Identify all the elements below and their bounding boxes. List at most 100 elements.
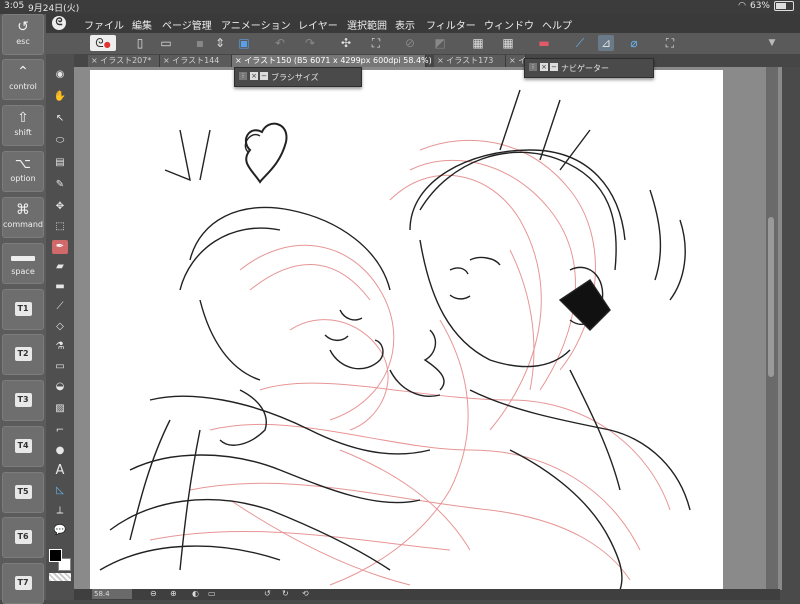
key-control[interactable]: ⌃ control	[2, 59, 44, 100]
ruler-grid-icon[interactable]: ▦	[500, 35, 516, 51]
zoom-field[interactable]: 58.4	[92, 589, 132, 599]
eyedropper-icon[interactable]: ✎	[52, 178, 68, 192]
main-color-swatch[interactable]	[49, 549, 62, 562]
black-line-sketch	[99, 89, 691, 590]
key-t1[interactable]: T1	[2, 289, 44, 330]
minimize-icon[interactable]: −	[260, 72, 268, 80]
battery-icon	[774, 1, 794, 11]
brush-icon[interactable]: ▬	[52, 280, 68, 294]
tab-illust-173[interactable]: × イラスト173	[434, 55, 506, 67]
tab-illust-150[interactable]: × イラスト150 (B5 6071 x 4299px 600dpi 58.4%…	[232, 55, 432, 67]
text-icon[interactable]: A	[52, 464, 68, 478]
menu-edit[interactable]: 編集	[132, 17, 152, 32]
zoom-icon[interactable]: ◉	[52, 68, 68, 82]
rotation-field[interactable]: ▭	[208, 589, 216, 598]
menu-layer[interactable]: レイヤー	[298, 17, 338, 32]
open-folder-icon[interactable]: ▭	[158, 35, 174, 51]
rotate-icon[interactable]: ◐	[192, 589, 199, 598]
gradient-icon[interactable]: ▨	[52, 402, 68, 416]
hand-icon[interactable]: ✋	[52, 90, 68, 104]
menu-page[interactable]: ページ管理	[162, 17, 212, 32]
transform-icon[interactable]: ⛶	[368, 35, 384, 51]
tab-illust-207[interactable]: × イラスト207*	[88, 55, 160, 67]
key-t7[interactable]: T7	[2, 563, 44, 604]
correct-line-icon[interactable]: ⟂	[52, 504, 68, 518]
snap-icon[interactable]: ▬	[536, 35, 552, 51]
export-icon[interactable]: ▣	[236, 35, 252, 51]
tab-illust-144[interactable]: × イラスト144	[160, 55, 232, 67]
palette-title: ナビゲーター	[561, 64, 609, 73]
scroll-thumb[interactable]	[768, 217, 774, 377]
move-layer-icon[interactable]: ✥	[52, 200, 68, 214]
menu-view[interactable]: 表示	[395, 17, 415, 32]
rotate-right-icon[interactable]: ↻	[282, 589, 289, 598]
key-esc[interactable]: ↺ esc	[2, 14, 44, 55]
frame-border-icon[interactable]: ◺	[52, 484, 68, 498]
fill-icon[interactable]: ◩	[432, 35, 448, 51]
key-label: T3	[14, 393, 32, 407]
key-t5[interactable]: T5	[2, 472, 44, 513]
menu-help[interactable]: ヘルプ	[542, 17, 572, 32]
key-label: T2	[14, 347, 32, 361]
zoom-out-icon[interactable]: ⊖	[150, 589, 157, 598]
key-command[interactable]: ⌘ command	[2, 197, 44, 238]
airbrush-icon[interactable]: ⟋	[52, 300, 68, 314]
ink-drop-icon[interactable]: ●	[52, 444, 68, 458]
menu-filter[interactable]: フィルター	[426, 17, 476, 32]
pencil-icon[interactable]: ▰	[52, 260, 68, 274]
menu-file[interactable]: ファイル	[84, 17, 124, 32]
new-file-icon[interactable]: ▯	[132, 35, 148, 51]
close-icon[interactable]: ×	[250, 72, 258, 80]
drawing-canvas[interactable]	[90, 70, 723, 590]
lasso-icon[interactable]: ⬭	[52, 134, 68, 148]
toolbar-menu-icon[interactable]: ▼	[764, 35, 780, 51]
fill-bucket-icon[interactable]: ◒	[52, 380, 68, 394]
key-t3[interactable]: T3	[2, 380, 44, 421]
minimize-icon[interactable]: −	[550, 63, 558, 71]
tab-illust-more[interactable]: × イ	[506, 55, 526, 67]
ruler-icon[interactable]: ⌐	[52, 424, 68, 438]
key-t6[interactable]: T6	[2, 517, 44, 558]
balloon-icon[interactable]: 💬	[52, 524, 68, 538]
clear-icon[interactable]: ⊘	[402, 35, 418, 51]
app-logo-icon[interactable]: ᘓ	[52, 16, 66, 30]
menu-animation[interactable]: アニメーション	[221, 17, 291, 32]
close-icon[interactable]: ×	[540, 63, 548, 71]
vertical-scrollbar[interactable]	[766, 67, 778, 590]
reorder-icon[interactable]: ⇕	[212, 35, 228, 51]
figure-icon[interactable]: ▭	[52, 360, 68, 374]
operation-icon[interactable]: ↖	[52, 112, 68, 126]
palette-grip-icon[interactable]: ⁝	[239, 72, 247, 80]
clip-studio-icon[interactable]: ᘓ●	[90, 35, 116, 51]
navigator-palette[interactable]: ⁝ × − ナビゲーター	[524, 58, 654, 78]
grid-icon[interactable]: ▦	[470, 35, 486, 51]
auto-select-icon[interactable]: ⬚	[52, 220, 68, 234]
key-space[interactable]: space	[2, 243, 44, 284]
snap-special-ruler-icon[interactable]: ⊿	[598, 35, 614, 51]
menu-window[interactable]: ウィンドウ	[484, 17, 534, 32]
deselect-icon[interactable]: ✣	[338, 35, 354, 51]
key-shift[interactable]: ⇧ shift	[2, 105, 44, 146]
save-icon[interactable]: ▪	[192, 35, 208, 51]
key-t4[interactable]: T4	[2, 426, 44, 467]
eraser-icon[interactable]: ◇	[52, 320, 68, 334]
pen-icon[interactable]: ✒	[52, 240, 68, 254]
rotate-left-icon[interactable]: ↺	[264, 589, 271, 598]
snap-ruler-icon[interactable]: ⟋	[572, 35, 588, 51]
shift-icon: ⇧	[17, 110, 29, 126]
redo-icon[interactable]: ↷	[302, 35, 318, 51]
key-t2[interactable]: T2	[2, 334, 44, 375]
shortcut-key-panel: ↺ esc ⌃ control ⇧ shift ⌥ option ⌘ comma…	[0, 14, 46, 604]
selection-icon[interactable]: ▤	[52, 156, 68, 170]
fit-window-icon[interactable]: ⛶	[662, 35, 678, 51]
key-option[interactable]: ⌥ option	[2, 151, 44, 192]
transparent-color-swatch[interactable]	[49, 573, 71, 581]
menu-selection[interactable]: 選択範囲	[347, 17, 387, 32]
palette-grip-icon[interactable]: ⁝	[529, 63, 537, 71]
undo-icon[interactable]: ↶	[272, 35, 288, 51]
snap-grid-icon[interactable]: ⌀	[626, 35, 642, 51]
blend-icon[interactable]: ⚗	[52, 340, 68, 354]
reset-rotation-icon[interactable]: ⟲	[302, 589, 309, 598]
zoom-in-icon[interactable]: ⊕	[170, 589, 177, 598]
brush-size-palette[interactable]: ⁝ × − ブラシサイズ	[234, 67, 362, 87]
